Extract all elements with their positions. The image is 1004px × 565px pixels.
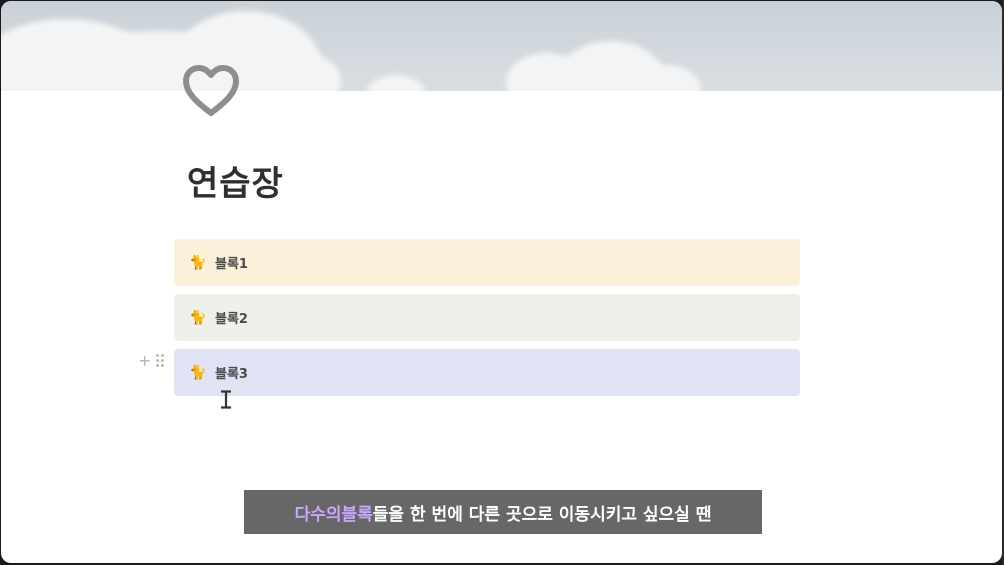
heart-outline-icon[interactable] [181, 63, 241, 119]
cat-emoji-icon[interactable]: 🐈 [189, 365, 206, 381]
subtitle-highlight: 블록 [341, 504, 373, 525]
add-block-icon[interactable]: + [138, 351, 151, 370]
callout-block-1[interactable]: 🐈 블록1 [174, 239, 800, 286]
app-window: 연습장 🐈 블록1 🐈 블록2 🐈 블록3 + 다수의 블록 들을 한 번에 다른… [1, 1, 1002, 563]
page-cover-image[interactable] [1, 1, 1002, 91]
text-cursor-icon [219, 390, 233, 409]
drag-handle-icon[interactable] [156, 354, 165, 367]
block-label[interactable]: 블록1 [215, 253, 248, 272]
block-label[interactable]: 블록2 [215, 308, 248, 327]
block-controls: + [138, 351, 165, 370]
subtitle-text: 들을 한 번에 다른 곳으로 이동시키고 싶으실 땐 [372, 504, 712, 525]
callout-block-3[interactable]: 🐈 블록3 [174, 349, 800, 396]
cat-emoji-icon[interactable]: 🐈 [189, 255, 206, 271]
cloud [366, 75, 426, 91]
subtitle-highlight: 다수의 [294, 504, 342, 525]
cat-emoji-icon[interactable]: 🐈 [189, 310, 206, 326]
video-subtitle: 다수의 블록 들을 한 번에 다른 곳으로 이동시키고 싶으실 땐 [244, 490, 762, 534]
callout-block-2[interactable]: 🐈 블록2 [174, 294, 800, 341]
page-title[interactable]: 연습장 [187, 156, 284, 205]
block-label[interactable]: 블록3 [215, 363, 248, 382]
